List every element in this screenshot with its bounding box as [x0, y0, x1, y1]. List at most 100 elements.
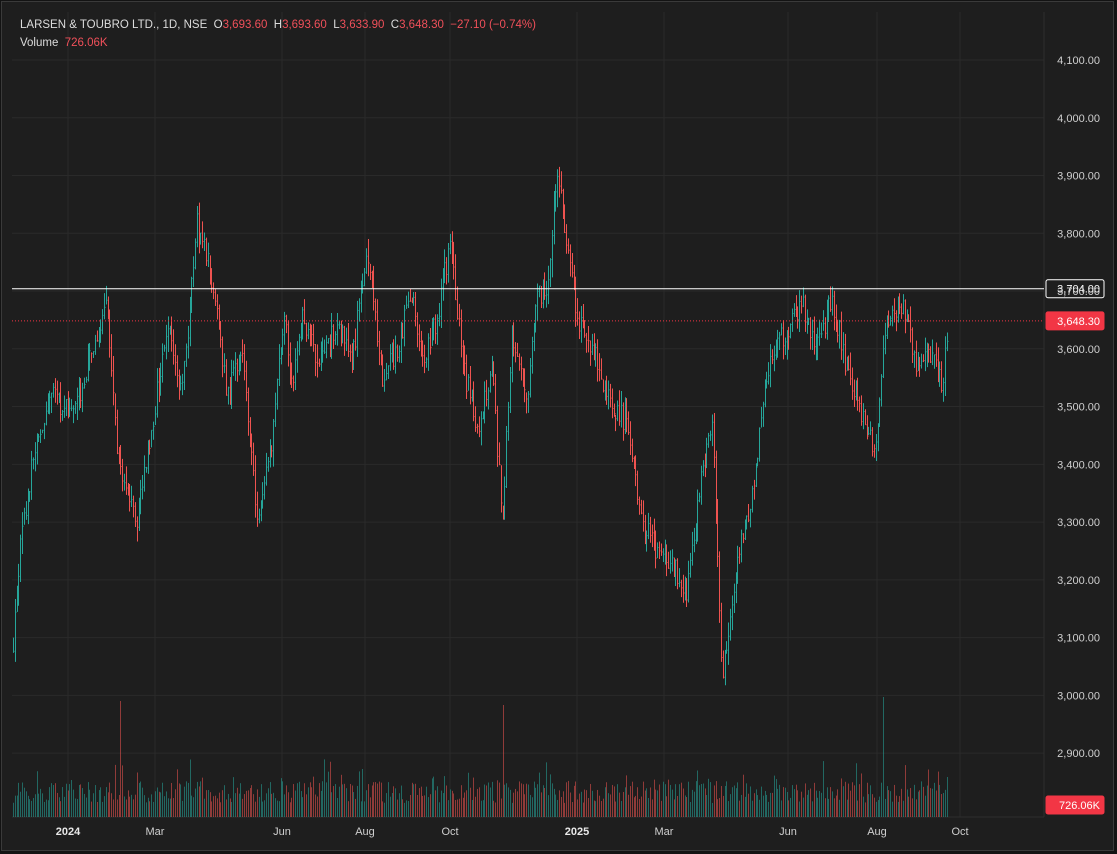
- volume-bar: [57, 792, 58, 817]
- volume-bar: [856, 763, 857, 817]
- volume-bar: [690, 801, 691, 817]
- volume-bar: [293, 784, 294, 817]
- volume-bar: [384, 802, 385, 817]
- volume-bar: [95, 785, 96, 817]
- volume-bar: [51, 783, 52, 817]
- volume-bar: [481, 800, 482, 817]
- volume-bar: [503, 705, 504, 817]
- volume-bar: [675, 784, 676, 817]
- volume-bar: [557, 799, 558, 817]
- volume-bar: [947, 777, 948, 817]
- volume-bar: [794, 789, 795, 817]
- volume-bar: [847, 799, 848, 817]
- volume-bar: [726, 781, 727, 817]
- volume-bar: [517, 791, 518, 817]
- volume-bar: [240, 783, 241, 817]
- volume-bar: [170, 798, 171, 817]
- volume-bar: [197, 781, 198, 817]
- volume-bar: [432, 778, 433, 817]
- volume-bar: [919, 790, 920, 817]
- volume-bar: [353, 792, 354, 817]
- volume-bar: [774, 775, 775, 817]
- volume-bar: [153, 801, 154, 817]
- volume-bar: [180, 784, 181, 817]
- volume-bar: [843, 786, 844, 817]
- volume-bar: [512, 802, 513, 817]
- volume-bar: [317, 796, 318, 817]
- volume-bar: [88, 782, 89, 817]
- volume-bar: [615, 801, 616, 817]
- price-chart[interactable]: 3,704.003,648.30726.06K 4,100.004,000.00…: [12, 12, 1112, 852]
- volume-bar: [872, 794, 873, 817]
- volume-bar: [907, 789, 908, 817]
- volume-bar: [175, 789, 176, 817]
- volume-bar: [461, 785, 462, 817]
- volume-bar: [162, 782, 163, 817]
- volume-bar: [91, 801, 92, 817]
- volume-bar: [643, 781, 644, 817]
- volume-bar: [366, 790, 367, 817]
- volume-bar: [521, 783, 522, 817]
- volume-bar: [859, 784, 860, 817]
- volume-bar: [119, 794, 120, 817]
- volume-bar: [595, 801, 596, 817]
- volume-bar: [66, 783, 67, 817]
- volume-bar: [768, 801, 769, 817]
- time-tick-label: Aug: [355, 826, 375, 838]
- volume-bar: [921, 781, 922, 817]
- volume-bar: [534, 781, 535, 817]
- volume-bar: [552, 783, 553, 817]
- high-value: 3,693.60: [282, 19, 327, 31]
- volume-bar: [646, 788, 647, 817]
- volume-bar: [38, 793, 39, 817]
- volume-bar: [355, 798, 356, 817]
- volume-bar: [854, 785, 855, 817]
- volume-bar: [455, 799, 456, 817]
- volume-bar: [634, 797, 635, 817]
- volume-bar: [863, 796, 864, 817]
- volume-bar: [772, 792, 773, 817]
- volume-bar: [817, 797, 818, 817]
- volume-bar: [200, 781, 201, 817]
- volume-bar: [579, 793, 580, 817]
- volume-bar: [375, 782, 376, 817]
- volume-bar: [934, 782, 935, 817]
- volume-bar: [874, 797, 875, 817]
- volume-bar: [477, 788, 478, 817]
- volume-bar: [117, 799, 118, 817]
- volume-bar: [133, 799, 134, 817]
- volume-bar: [819, 791, 820, 817]
- volume-bar: [144, 795, 145, 817]
- volume-bar: [412, 782, 413, 817]
- volume-bar: [120, 701, 121, 817]
- volume-bar: [306, 794, 307, 817]
- volume-bar: [372, 785, 373, 817]
- volume-bar: [191, 795, 192, 817]
- time-tick-label: Oct: [441, 826, 458, 838]
- volume-bar: [40, 788, 41, 817]
- volume-bar: [777, 788, 778, 817]
- volume-bar: [31, 800, 32, 817]
- volume-bar: [488, 782, 489, 817]
- volume-bar: [918, 791, 919, 817]
- volume-bar: [321, 790, 322, 817]
- volume-bar: [406, 800, 407, 817]
- volume-bar: [603, 798, 604, 817]
- volume-bar: [925, 795, 926, 817]
- volume-bar: [632, 781, 633, 817]
- volume-bar: [776, 779, 777, 817]
- volume-bar: [199, 786, 200, 817]
- volume-bar: [490, 787, 491, 817]
- volume-bar: [28, 795, 29, 817]
- low-value: 3,633.90: [339, 19, 385, 31]
- volume-bar: [139, 782, 140, 817]
- volume-bar: [599, 795, 600, 817]
- volume-bar: [302, 797, 303, 817]
- volume-bar: [202, 777, 203, 817]
- volume-bar: [386, 793, 387, 817]
- volume-bar: [868, 794, 869, 817]
- volume-bar: [588, 798, 589, 817]
- volume-bar: [168, 798, 169, 817]
- volume-bar: [823, 761, 824, 817]
- volume-bar: [297, 783, 298, 817]
